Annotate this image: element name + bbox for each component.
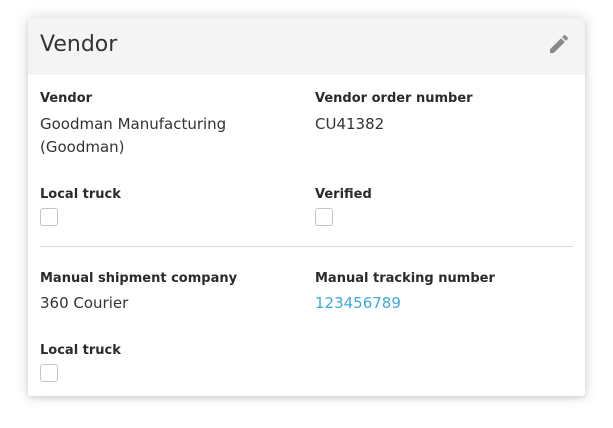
local-truck-checkbox[interactable]: [40, 208, 58, 226]
verified-checkbox[interactable]: [315, 208, 333, 226]
manual-tracking-number-label: Manual tracking number: [315, 271, 495, 286]
pencil-icon: [550, 34, 569, 53]
vendor-label: Vendor: [40, 91, 93, 106]
shipment-local-truck-label: Local truck: [40, 343, 121, 358]
vendor-value: Goodman Manufacturing (Goodman): [40, 113, 226, 159]
vendor-order-number-label: Vendor order number: [315, 91, 473, 106]
edit-button[interactable]: [547, 32, 571, 56]
vendor-order-number-value: CU41382: [315, 115, 385, 133]
manual-shipment-company-value: 360 Courier: [40, 294, 129, 312]
card-title: Vendor: [40, 32, 118, 57]
card-header: Vendor: [28, 18, 585, 75]
vendor-value-line2: (Goodman): [40, 138, 125, 156]
manual-shipment-company-label: Manual shipment company: [40, 271, 238, 286]
section-divider: [40, 246, 573, 247]
vendor-value-line1: Goodman Manufacturing: [40, 115, 227, 133]
manual-tracking-number-link[interactable]: 123456789: [315, 292, 401, 315]
verified-label: Verified: [315, 187, 372, 202]
shipment-local-truck-checkbox[interactable]: [40, 364, 58, 382]
local-truck-label: Local truck: [40, 187, 121, 202]
vendor-card: Vendor Vendor Goodman Manufacturing (Goo…: [28, 18, 585, 396]
